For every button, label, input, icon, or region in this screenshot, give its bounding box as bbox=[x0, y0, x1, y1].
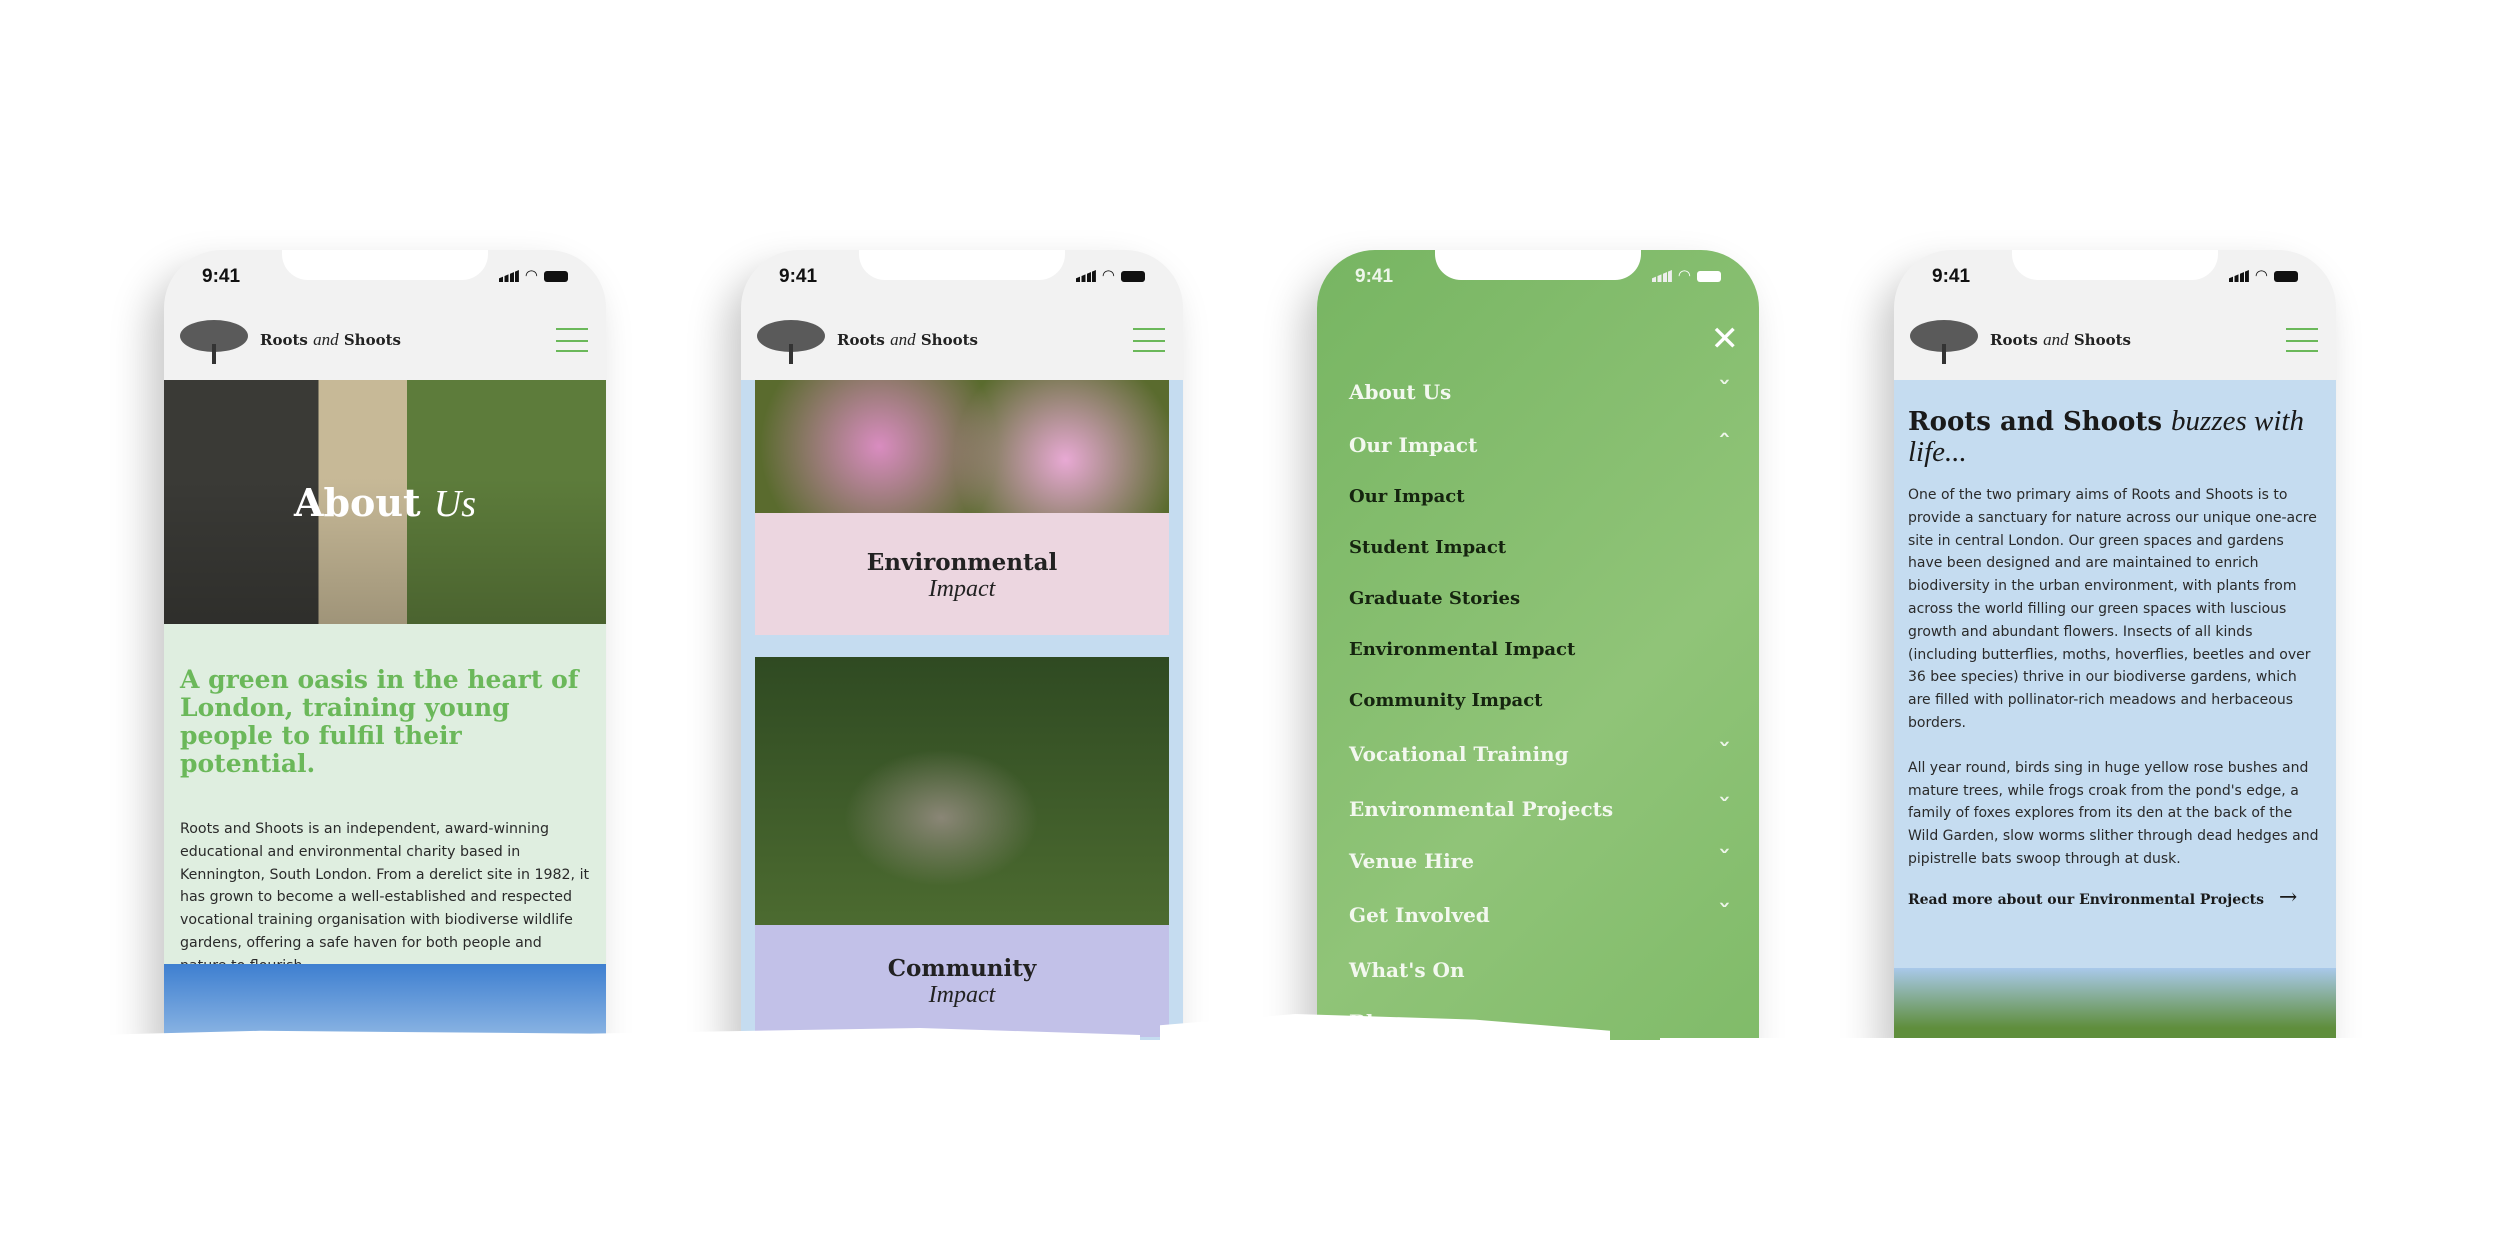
menu-item[interactable]: Our Impact ˄ bbox=[1349, 431, 1732, 457]
arrow-right-icon: → bbox=[2278, 884, 2298, 910]
status-time: 9:41 bbox=[202, 266, 241, 287]
chevron-down-icon[interactable]: ˅ bbox=[1717, 847, 1731, 868]
site-header: Roots and Shoots bbox=[164, 306, 606, 378]
brand-name[interactable]: Roots and Shoots bbox=[837, 330, 978, 350]
paragraph-1: One of the two primary aims of Roots and… bbox=[1908, 487, 2317, 731]
menu-item-label: Graduate Stories bbox=[1349, 588, 1521, 609]
menu-item[interactable]: What's On bbox=[1349, 958, 1729, 982]
menu-item-label: Our Impact bbox=[1349, 433, 1478, 457]
intro-heading: A green oasis in the heart of London, tr… bbox=[180, 665, 579, 778]
menu-item[interactable]: Environmental Projects ˅ bbox=[1349, 795, 1732, 821]
menu-item[interactable]: Vocational Training ˅ bbox=[1349, 740, 1732, 766]
status-time: 9:41 bbox=[779, 266, 818, 287]
status-bar: 9:41 ◠ bbox=[1317, 266, 1759, 290]
signal-icon bbox=[2228, 270, 2249, 282]
battery-icon bbox=[1697, 270, 1721, 282]
close-icon[interactable]: ✕ bbox=[1711, 322, 1740, 356]
menu-item-label: Get Involved bbox=[1349, 903, 1490, 927]
phone-environmental: 9:41 ◠ Roots and Shoots Roots and Shoots … bbox=[1894, 250, 2336, 1050]
intro-paragraph: Roots and Shoots is an independent, awar… bbox=[180, 821, 590, 974]
impact-card-environmental[interactable]: Environmental Impact bbox=[755, 380, 1169, 635]
menu-item[interactable]: Get Involved ˅ bbox=[1349, 901, 1732, 927]
hero-image: About Us bbox=[164, 380, 606, 624]
hero-title: About Us bbox=[293, 480, 477, 525]
intro-panel: A green oasis in the heart of London, tr… bbox=[164, 624, 606, 974]
signal-icon bbox=[1651, 270, 1672, 282]
menu-item-label: Community Impact bbox=[1349, 690, 1543, 711]
chevron-down-icon[interactable]: ˅ bbox=[1717, 795, 1731, 816]
menu-item-label: Our Impact bbox=[1349, 486, 1465, 507]
paragraph-2: All year round, birds sing in huge yello… bbox=[1908, 759, 2319, 867]
menu-item-label: Vocational Training bbox=[1349, 742, 1569, 766]
read-more-link[interactable]: Read more about our Environmental Projec… bbox=[1908, 885, 2322, 910]
battery-icon bbox=[2274, 270, 2298, 282]
tree-logo-icon[interactable] bbox=[1908, 316, 1980, 366]
signal-icon bbox=[1075, 270, 1096, 282]
tree-logo-icon[interactable] bbox=[755, 316, 827, 366]
brand-name[interactable]: Roots and Shoots bbox=[1990, 330, 2131, 350]
card-title: Community bbox=[887, 955, 1037, 982]
chevron-down-icon[interactable]: ˅ bbox=[1717, 901, 1731, 922]
menu-item-label: Environmental Projects bbox=[1349, 797, 1614, 821]
card-title: Environmental bbox=[866, 549, 1058, 576]
site-header: Roots and Shoots bbox=[741, 306, 1183, 378]
menu-item[interactable]: Community Impact bbox=[1349, 690, 1729, 711]
card-subtitle: Impact bbox=[928, 576, 996, 602]
flowers-image bbox=[755, 380, 1169, 513]
card-subtitle: Impact bbox=[928, 982, 996, 1008]
wifi-icon: ◠ bbox=[2254, 267, 2268, 284]
wifi-icon: ◠ bbox=[524, 267, 538, 284]
hamburger-menu-icon[interactable] bbox=[2286, 328, 2318, 352]
chevron-up-icon[interactable]: ˄ bbox=[1717, 431, 1731, 452]
chevron-down-icon[interactable]: ˅ bbox=[1717, 740, 1731, 761]
garden-group-image bbox=[755, 657, 1169, 925]
status-bar: 9:41 ◠ bbox=[741, 266, 1183, 290]
menu-item[interactable]: About Us ˅ bbox=[1349, 378, 1732, 404]
menu-item[interactable]: Environmental Impact bbox=[1349, 639, 1729, 660]
menu-item-label: What's On bbox=[1349, 958, 1465, 982]
battery-icon bbox=[544, 270, 568, 282]
brand-name[interactable]: Roots and Shoots bbox=[260, 330, 401, 350]
wifi-icon: ◠ bbox=[1677, 267, 1691, 284]
chevron-down-icon[interactable]: ˅ bbox=[1717, 378, 1731, 399]
battery-icon bbox=[1121, 270, 1145, 282]
menu-item-label: About Us bbox=[1349, 380, 1452, 404]
menu-item[interactable]: Student Impact bbox=[1349, 537, 1729, 558]
menu-item-label: Environmental Impact bbox=[1349, 639, 1576, 660]
menu-item[interactable]: Venue Hire ˅ bbox=[1349, 847, 1732, 873]
status-time: 9:41 bbox=[1932, 266, 1971, 287]
wifi-icon: ◠ bbox=[1101, 267, 1115, 284]
signal-icon bbox=[498, 270, 519, 282]
phone-our-impact: 9:41 ◠ Roots and Shoots Environmental Imp… bbox=[741, 250, 1183, 1050]
status-bar: 9:41 ◠ bbox=[1894, 266, 2336, 290]
site-header: Roots and Shoots bbox=[1894, 306, 2336, 378]
hamburger-menu-icon[interactable] bbox=[556, 328, 588, 352]
menu-item-label: Venue Hire bbox=[1349, 849, 1474, 873]
status-time: 9:41 bbox=[1355, 266, 1394, 287]
menu-item[interactable]: Our Impact bbox=[1349, 486, 1729, 507]
tree-logo-icon[interactable] bbox=[178, 316, 250, 366]
menu-item[interactable]: Graduate Stories bbox=[1349, 588, 1729, 609]
menu-item-label: Student Impact bbox=[1349, 537, 1507, 558]
phone-about-us: 9:41 ◠ Roots and Shoots About Us A green … bbox=[164, 250, 606, 1050]
impact-card-community[interactable]: Community Impact bbox=[755, 657, 1169, 1037]
section-heading: Roots and Shoots buzzes with life... bbox=[1908, 405, 2304, 468]
phone-menu: 9:41 ◠ ✕ About Us ˅ Our Impact ˄ Our Impact St… bbox=[1317, 250, 1759, 1050]
status-bar: 9:41 ◠ bbox=[164, 266, 606, 290]
hamburger-menu-icon[interactable] bbox=[1133, 328, 1165, 352]
